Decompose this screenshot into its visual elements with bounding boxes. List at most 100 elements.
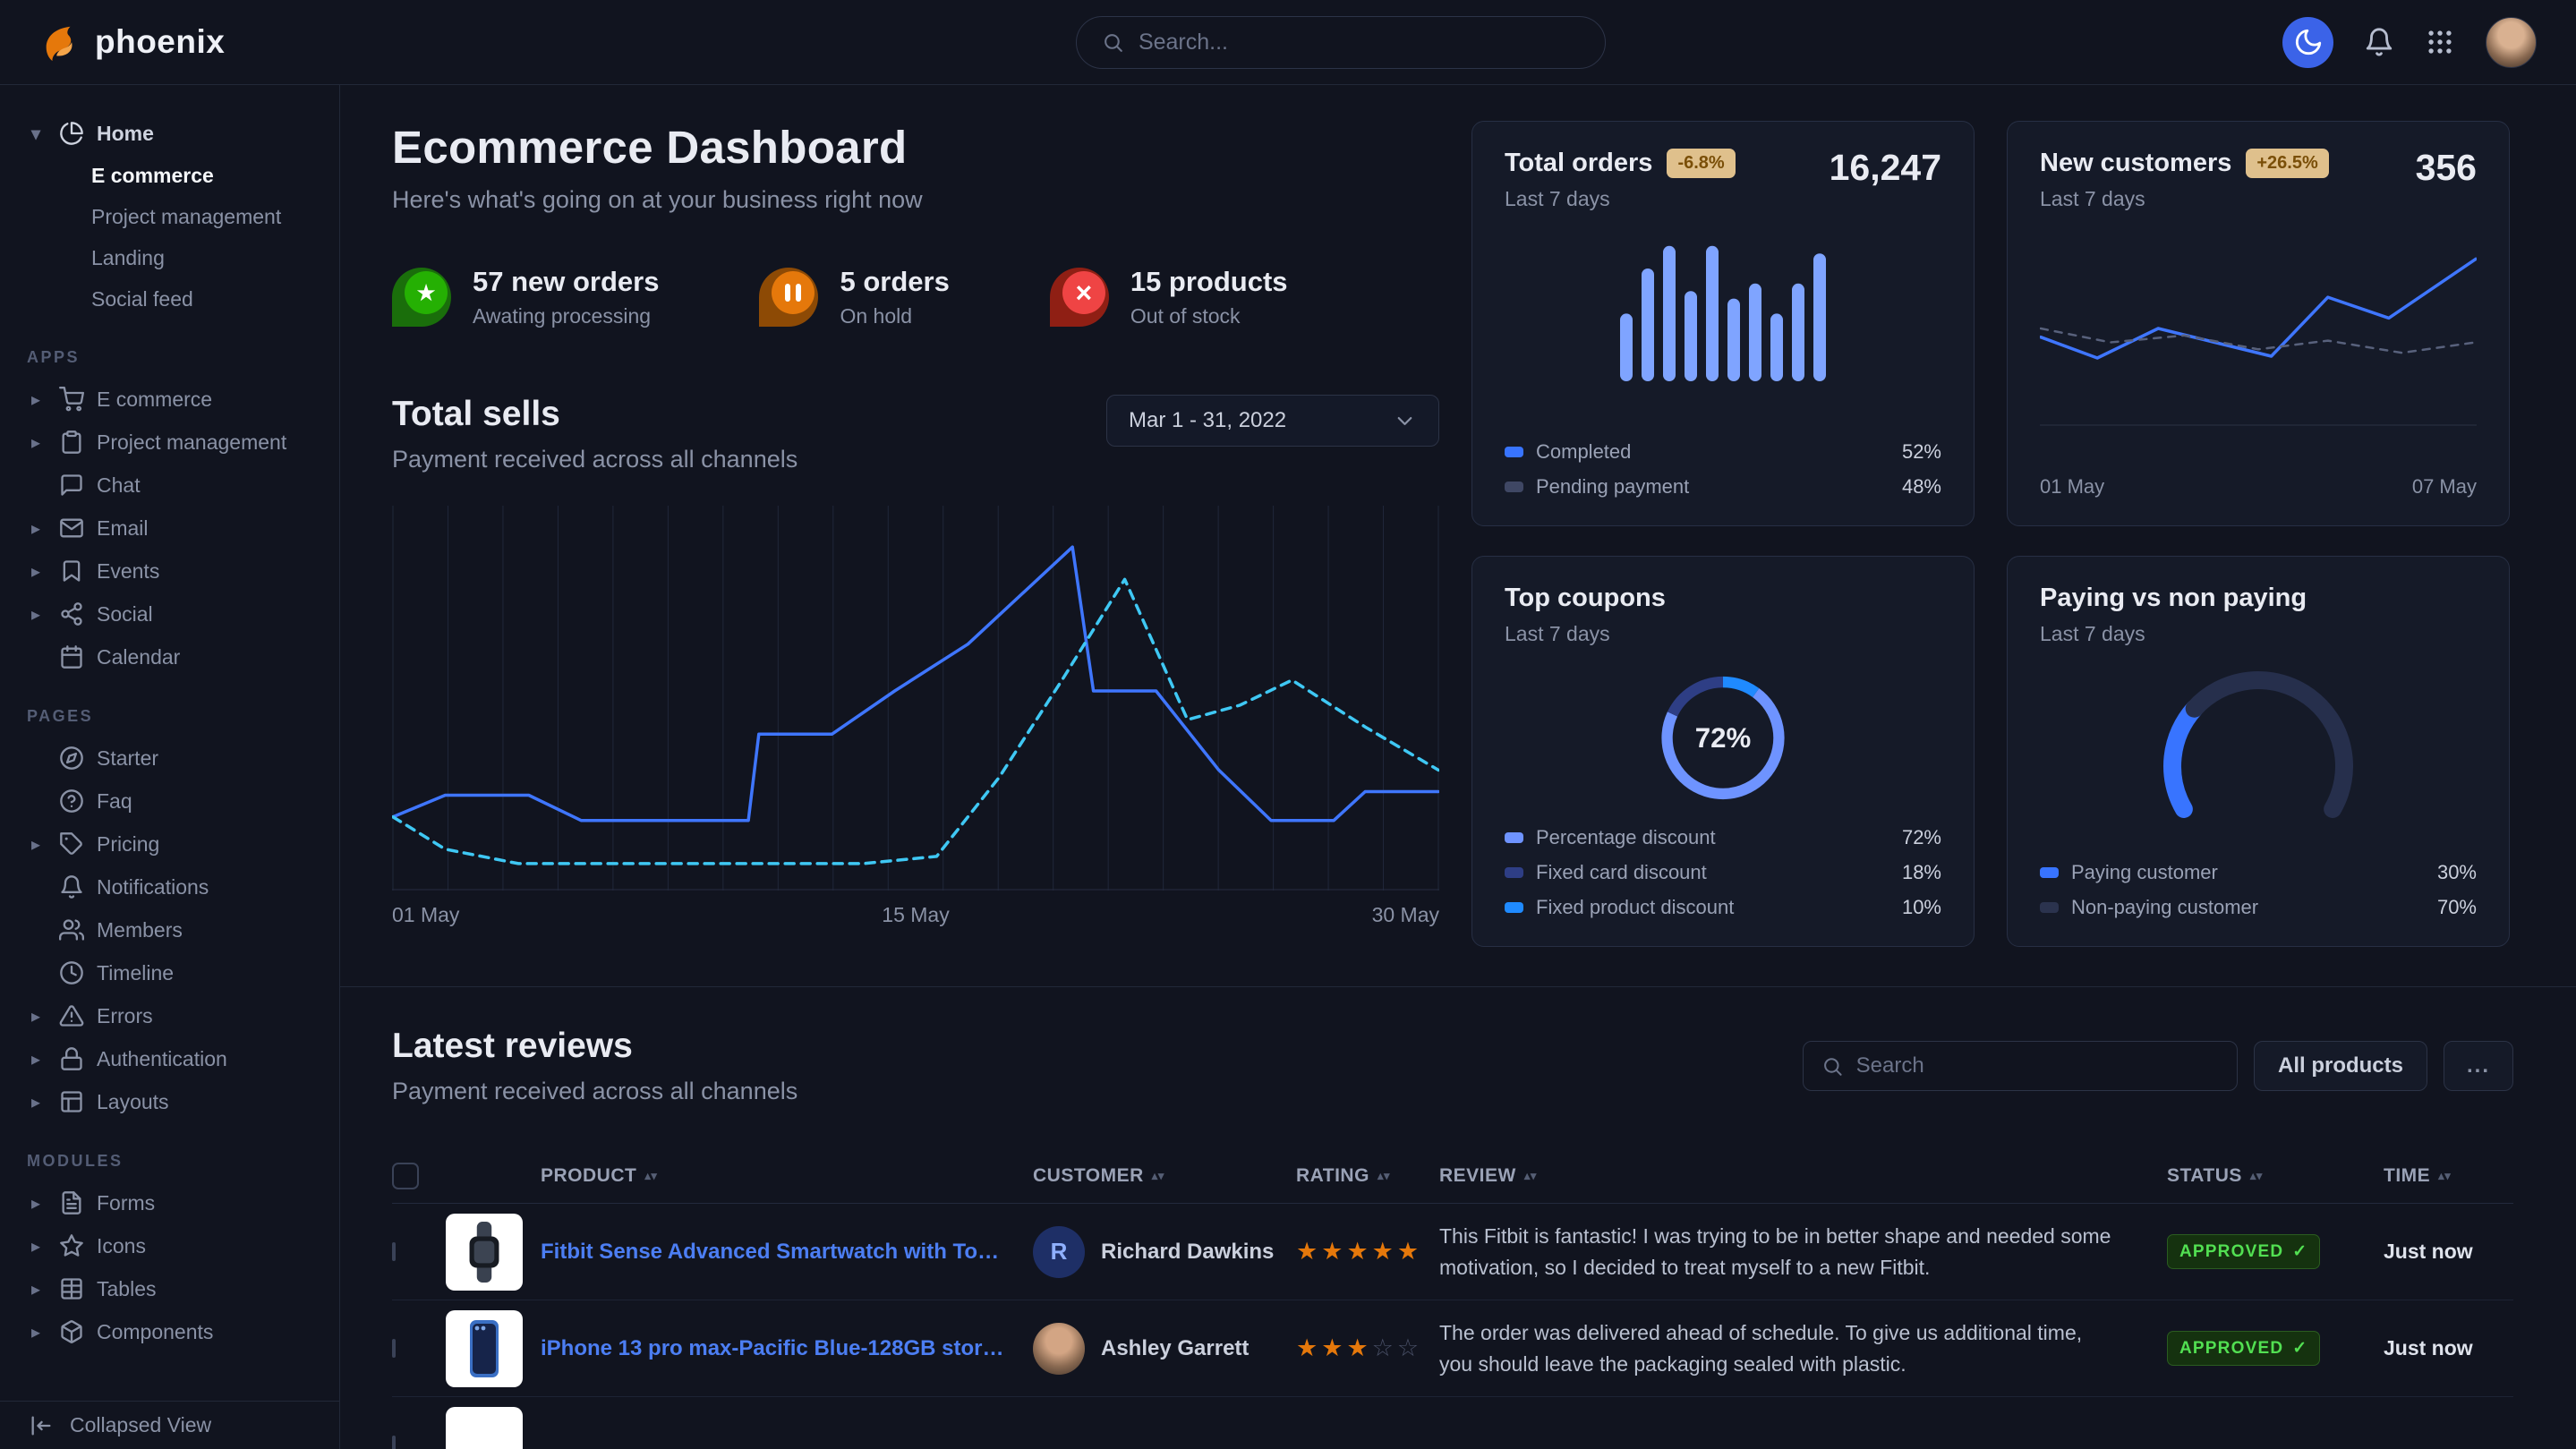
stat-awating-processing: ★ 57 new orders Awating processing	[392, 266, 659, 328]
customer-name: Ashley Garrett	[1101, 1336, 1249, 1361]
theme-toggle-button[interactable]	[2282, 17, 2333, 68]
reviews-search[interactable]	[1803, 1041, 2238, 1091]
sidebar-item-forms[interactable]: ▸Forms	[18, 1181, 321, 1224]
sidebar-item-notifications[interactable]: Notifications	[18, 865, 321, 908]
legend-label: Fixed card discount	[1536, 861, 1707, 884]
stat-label: Out of stock	[1130, 304, 1288, 328]
apps-menu-button[interactable]	[2425, 27, 2455, 57]
chevron-right-icon: ▸	[25, 517, 47, 540]
legend-label: Paying customer	[2071, 861, 2218, 884]
rating-stars: ★★★★★	[1296, 1238, 1439, 1266]
sidebar-item-landing[interactable]: Landing	[18, 237, 321, 278]
product-link[interactable]: iPhone 13 pro max-Pacific Blue-128GB sto…	[541, 1336, 1033, 1361]
sidebar-item-pricing[interactable]: ▸Pricing	[18, 823, 321, 865]
sidebar-item-home[interactable]: ▾Home	[18, 112, 321, 155]
product-link[interactable]: Fitbit Sense Advanced Smartwatch with To…	[541, 1240, 1033, 1265]
sidebar-item-e-commerce[interactable]: ▸E commerce	[18, 378, 321, 421]
sidebar-item-social-feed[interactable]: Social feed	[18, 278, 321, 320]
sidebar: ▾HomeE commerceProject managementLanding…	[0, 85, 340, 1449]
star-outline-icon	[59, 1233, 84, 1258]
sidebar-item-timeline[interactable]: Timeline	[18, 951, 321, 994]
global-search[interactable]	[1076, 16, 1606, 69]
chevron-right-icon: ▸	[25, 1048, 47, 1070]
customer-cell: Ashley Garrett	[1033, 1323, 1296, 1375]
card-period: Last 7 days	[1505, 187, 1941, 211]
users-icon	[59, 917, 84, 942]
column-product[interactable]: PRODUCT▴▾	[541, 1165, 1033, 1187]
star-filled-icon: ★	[1321, 1238, 1346, 1265]
sidebar-item-calendar[interactable]: Calendar	[18, 635, 321, 678]
check-icon: ✓	[2292, 1241, 2307, 1262]
star-filled-icon: ★	[1321, 1334, 1346, 1361]
sidebar-item-faq[interactable]: Faq	[18, 780, 321, 823]
x-label: 01 May	[2040, 475, 2104, 499]
row-checkbox[interactable]	[392, 1242, 396, 1261]
legend-swatch	[1505, 902, 1523, 913]
sidebar-item-label: Chat	[97, 473, 141, 498]
sidebar-item-tables[interactable]: ▸Tables	[18, 1267, 321, 1310]
column-time[interactable]: TIME▴▾	[2384, 1165, 2510, 1187]
sidebar-item-email[interactable]: ▸Email	[18, 507, 321, 550]
phoenix-logo-icon	[39, 21, 81, 63]
reviews-table: PRODUCT▴▾ CUSTOMER▴▾ RATING▴▾ REVIEW▴▾ S…	[392, 1148, 2513, 1449]
file-text-icon	[59, 1190, 84, 1215]
sidebar-item-label: E commerce	[97, 388, 212, 412]
sidebar-item-errors[interactable]: ▸Errors	[18, 994, 321, 1037]
row-checkbox[interactable]	[392, 1436, 396, 1449]
sidebar-item-project-management[interactable]: ▸Project management	[18, 421, 321, 464]
reviews-search-input[interactable]	[1856, 1053, 2219, 1078]
search-input[interactable]	[1139, 30, 1580, 55]
column-review[interactable]: REVIEW▴▾	[1439, 1165, 2167, 1187]
chevron-down-icon	[1393, 409, 1417, 433]
legend-item-fixed-card-discount: Fixed card discount 18%	[1505, 861, 1941, 884]
sidebar-item-components[interactable]: ▸Components	[18, 1310, 321, 1353]
sidebar-item-authentication[interactable]: ▸Authentication	[18, 1037, 321, 1080]
collapsed-view-label: Collapsed View	[70, 1413, 211, 1437]
cart-icon	[59, 387, 84, 412]
reviews-table-body: Fitbit Sense Advanced Smartwatch with To…	[392, 1204, 2513, 1449]
legend-swatch	[1505, 482, 1523, 492]
sidebar-item-layouts[interactable]: ▸Layouts	[18, 1080, 321, 1123]
stat-out-of-stock: × 15 products Out of stock	[1050, 266, 1288, 328]
smartwatch-image	[458, 1220, 510, 1284]
user-avatar[interactable]	[2486, 17, 2537, 68]
product-image	[446, 1310, 523, 1387]
select-all-checkbox[interactable]	[392, 1163, 419, 1189]
row-checkbox[interactable]	[392, 1339, 396, 1358]
column-status[interactable]: STATUS▴▾	[2167, 1165, 2384, 1187]
sidebar-item-chat[interactable]: Chat	[18, 464, 321, 507]
star-filled-icon: ★	[1346, 1238, 1371, 1265]
stat-label: On hold	[840, 304, 949, 328]
brand[interactable]: phoenix	[39, 21, 225, 63]
sidebar-item-label: Components	[97, 1320, 213, 1344]
new-customers-line-chart	[2040, 231, 2477, 426]
star-filled-icon: ★	[1296, 1238, 1321, 1265]
column-customer[interactable]: CUSTOMER▴▾	[1033, 1165, 1296, 1187]
date-range-select[interactable]: Mar 1 - 31, 2022	[1106, 395, 1439, 447]
sidebar-item-members[interactable]: Members	[18, 908, 321, 951]
stat-value: 15 products	[1130, 266, 1288, 298]
reviews-table-header: PRODUCT▴▾ CUSTOMER▴▾ RATING▴▾ REVIEW▴▾ S…	[392, 1148, 2513, 1204]
sidebar-item-starter[interactable]: Starter	[18, 737, 321, 780]
sidebar-item-label: Notifications	[97, 875, 209, 899]
search-icon	[1821, 1054, 1844, 1078]
sidebar-item-label: Forms	[97, 1191, 155, 1215]
sidebar-item-e-commerce[interactable]: E commerce	[18, 155, 321, 196]
total-orders-value: 16,247	[1830, 147, 1941, 189]
notifications-button[interactable]	[2364, 27, 2394, 57]
collapsed-view-button[interactable]: Collapsed View	[0, 1401, 339, 1449]
sidebar-item-events[interactable]: ▸Events	[18, 550, 321, 592]
bell-icon	[59, 874, 84, 899]
more-options-button[interactable]: ...	[2444, 1041, 2513, 1091]
sidebar-item-icons[interactable]: ▸Icons	[18, 1224, 321, 1267]
x-icon: ×	[1050, 268, 1109, 327]
column-rating[interactable]: RATING▴▾	[1296, 1165, 1439, 1187]
customer-name: Richard Dawkins	[1101, 1240, 1274, 1265]
sidebar-item-social[interactable]: ▸Social	[18, 592, 321, 635]
sidebar-item-project-management[interactable]: Project management	[18, 196, 321, 237]
chevron-right-icon: ▸	[25, 431, 47, 454]
change-badge: +26.5%	[2246, 149, 2328, 178]
product-image	[446, 1214, 523, 1291]
star-empty-icon: ☆	[1397, 1334, 1422, 1361]
all-products-button[interactable]: All products	[2254, 1041, 2427, 1091]
